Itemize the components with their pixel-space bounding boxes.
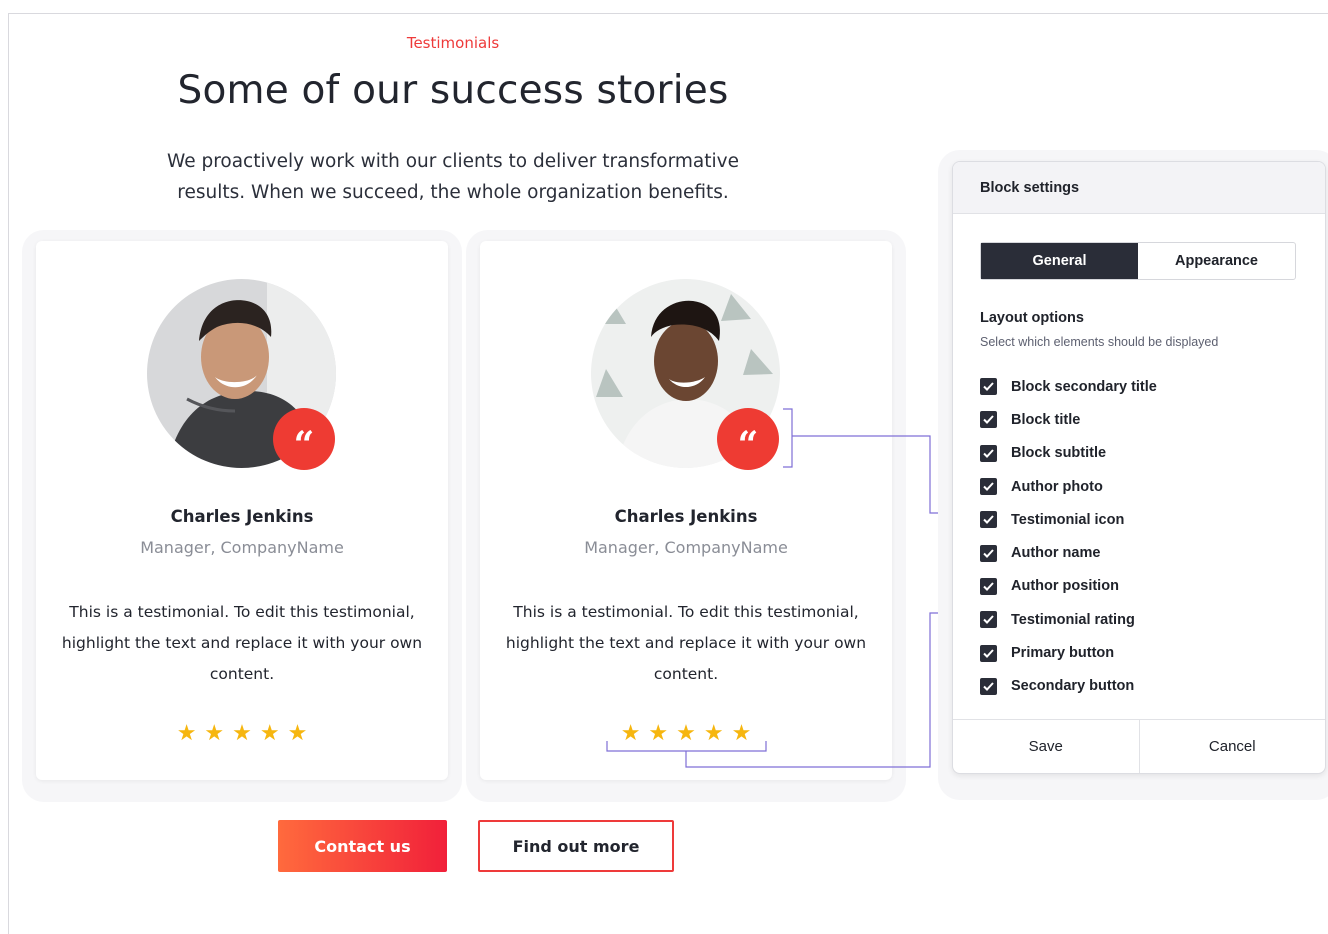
option-label: Block subtitle — [1011, 445, 1107, 462]
option-block-subtitle[interactable]: Block subtitle — [980, 437, 1157, 470]
option-secondary-button[interactable]: Secondary button — [980, 670, 1157, 703]
option-label: Secondary button — [1011, 678, 1135, 695]
option-block-title[interactable]: Block title — [980, 403, 1157, 436]
checkbox-checked-icon[interactable] — [980, 544, 997, 562]
find-out-more-button[interactable]: Find out more — [478, 820, 674, 872]
checkbox-checked-icon[interactable] — [980, 577, 997, 595]
option-label: Block title — [1011, 411, 1081, 428]
checkbox-checked-icon[interactable] — [980, 478, 997, 496]
layout-options-description: Select which elements should be displaye… — [980, 335, 1219, 349]
cancel-button[interactable]: Cancel — [1138, 720, 1326, 773]
option-author-photo[interactable]: Author photo — [980, 470, 1157, 503]
option-label: Testimonial icon — [1011, 511, 1125, 528]
option-label: Author photo — [1011, 478, 1103, 495]
checkbox-checked-icon[interactable] — [980, 511, 997, 529]
option-label: Author name — [1011, 545, 1101, 562]
testimonial-card-shell: “ Charles Jenkins Manager, CompanyName T… — [466, 230, 906, 802]
option-testimonial-icon[interactable]: Testimonial icon — [980, 503, 1157, 536]
tab-general[interactable]: General — [981, 243, 1138, 279]
testimonial-card: “ Charles Jenkins Manager, CompanyName T… — [480, 241, 892, 780]
testimonial-text: This is a testimonial. To edit this test… — [505, 603, 867, 683]
block-secondary-title: Testimonials — [406, 34, 500, 52]
layout-options-list: Block secondary title Block title Block … — [980, 370, 1157, 703]
option-label: Block secondary title — [1011, 378, 1157, 395]
option-label: Primary button — [1011, 645, 1115, 662]
panel-header: Block settings — [953, 162, 1325, 214]
panel-footer: Save Cancel — [953, 719, 1325, 773]
checkbox-checked-icon[interactable] — [980, 378, 997, 396]
option-label: Author position — [1011, 578, 1119, 595]
checkbox-checked-icon[interactable] — [980, 644, 997, 662]
save-button[interactable]: Save — [953, 720, 1139, 773]
block-settings-panel: Block settings General Appearance Layout… — [952, 161, 1326, 774]
author-position: Manager, CompanyName — [140, 538, 344, 557]
block-title: Some of our success stories — [177, 68, 729, 113]
layout-options-title: Layout options — [980, 310, 1084, 326]
tab-appearance[interactable]: Appearance — [1138, 243, 1295, 279]
quote-icon: “ — [717, 408, 779, 470]
option-author-name[interactable]: Author name — [980, 536, 1157, 569]
author-name: Charles Jenkins — [614, 507, 758, 526]
checkbox-checked-icon[interactable] — [980, 411, 997, 429]
testimonial-text: This is a testimonial. To edit this test… — [61, 603, 423, 683]
option-testimonial-rating[interactable]: Testimonial rating — [980, 603, 1157, 636]
contact-us-button[interactable]: Contact us — [278, 820, 447, 872]
author-name: Charles Jenkins — [170, 507, 314, 526]
option-label: Testimonial rating — [1011, 611, 1135, 628]
block-subtitle: We proactively work with our clients to … — [166, 151, 739, 203]
settings-tabs: General Appearance — [980, 242, 1296, 280]
quote-icon: “ — [273, 408, 335, 470]
testimonial-rating: ★★★★★ — [620, 721, 760, 746]
option-primary-button[interactable]: Primary button — [980, 636, 1157, 669]
testimonial-rating: ★★★★★ — [176, 721, 316, 746]
author-position: Manager, CompanyName — [584, 538, 788, 557]
option-author-position[interactable]: Author position — [980, 570, 1157, 603]
option-block-secondary-title[interactable]: Block secondary title — [980, 370, 1157, 403]
testimonial-card: “ Charles Jenkins Manager, CompanyName T… — [36, 241, 448, 780]
checkbox-checked-icon[interactable] — [980, 611, 997, 629]
checkbox-checked-icon[interactable] — [980, 677, 997, 695]
testimonial-card-shell: “ Charles Jenkins Manager, CompanyName T… — [22, 230, 462, 802]
checkbox-checked-icon[interactable] — [980, 444, 997, 462]
